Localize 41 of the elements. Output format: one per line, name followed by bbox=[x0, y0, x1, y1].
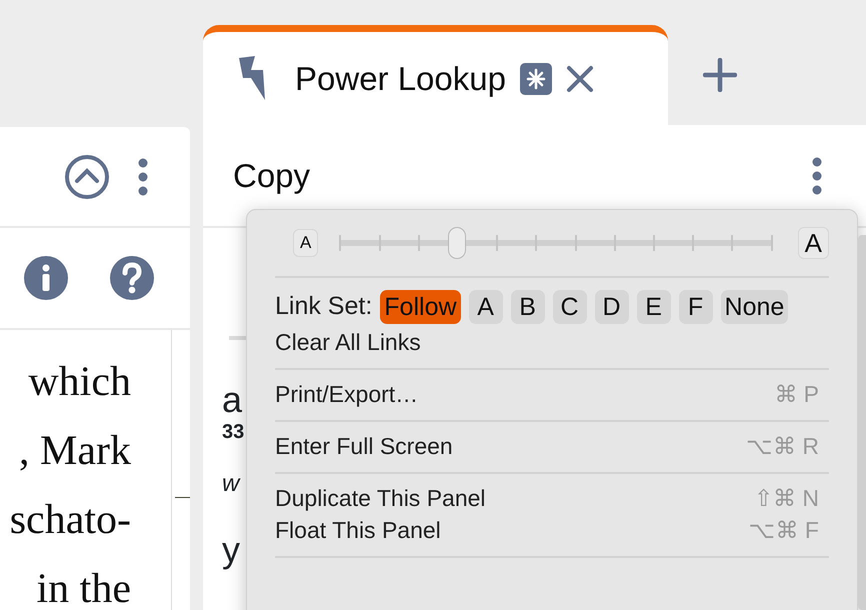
text-line: which bbox=[28, 358, 131, 407]
body-text: 33 bbox=[222, 420, 244, 444]
text-line: , Mark bbox=[19, 427, 131, 476]
collapse-icon[interactable] bbox=[64, 154, 110, 200]
tab[interactable]: Power Lookup bbox=[203, 25, 668, 126]
menu-item[interactable]: Print/Export… bbox=[275, 378, 418, 410]
shortcut-text: ⇧⌘ N bbox=[754, 484, 819, 512]
link-set-option[interactable]: E bbox=[636, 290, 671, 324]
menu-item[interactable]: Float This Panel bbox=[275, 514, 441, 546]
link-set-option[interactable]: Follow bbox=[380, 290, 461, 324]
asterisk-icon[interactable] bbox=[520, 63, 552, 95]
link-set-option[interactable]: D bbox=[594, 290, 629, 324]
info-icon[interactable] bbox=[23, 255, 69, 301]
tab-title: Power Lookup bbox=[295, 59, 506, 100]
add-icon[interactable] bbox=[703, 58, 737, 92]
link-set-option[interactable]: None bbox=[720, 290, 788, 324]
body-text: a bbox=[222, 380, 242, 420]
link-set-option[interactable]: B bbox=[510, 290, 545, 324]
body-text: y bbox=[222, 530, 240, 570]
body-text: w bbox=[222, 469, 240, 499]
more-icon[interactable] bbox=[812, 156, 822, 194]
text-line: in the bbox=[36, 565, 131, 610]
close-icon[interactable] bbox=[566, 65, 594, 93]
link-set-option[interactable]: F bbox=[678, 290, 713, 324]
menu-item[interactable]: Clear All Links bbox=[275, 326, 421, 358]
panel-title: Copy bbox=[233, 156, 310, 196]
slider-thumb[interactable] bbox=[448, 227, 466, 259]
link-set-label: Link Set: bbox=[275, 291, 372, 322]
menu-item[interactable]: Duplicate This Panel bbox=[275, 482, 486, 514]
more-icon[interactable] bbox=[138, 158, 148, 196]
link-set-option[interactable]: C bbox=[552, 290, 587, 324]
text-line: schato- bbox=[10, 496, 131, 545]
shortcut-text: ⌘ P bbox=[774, 380, 819, 408]
shortcut-text: ⌥⌘ F bbox=[748, 516, 819, 544]
link-set-option[interactable]: A bbox=[468, 290, 503, 324]
text-larger-button[interactable]: A bbox=[798, 227, 829, 259]
text-smaller-button[interactable]: A bbox=[293, 229, 318, 257]
menu-item[interactable]: Enter Full Screen bbox=[275, 430, 453, 462]
scrollbar[interactable] bbox=[858, 235, 866, 610]
shortcut-text: ⌥⌘ R bbox=[746, 432, 819, 460]
help-icon[interactable] bbox=[109, 255, 155, 301]
